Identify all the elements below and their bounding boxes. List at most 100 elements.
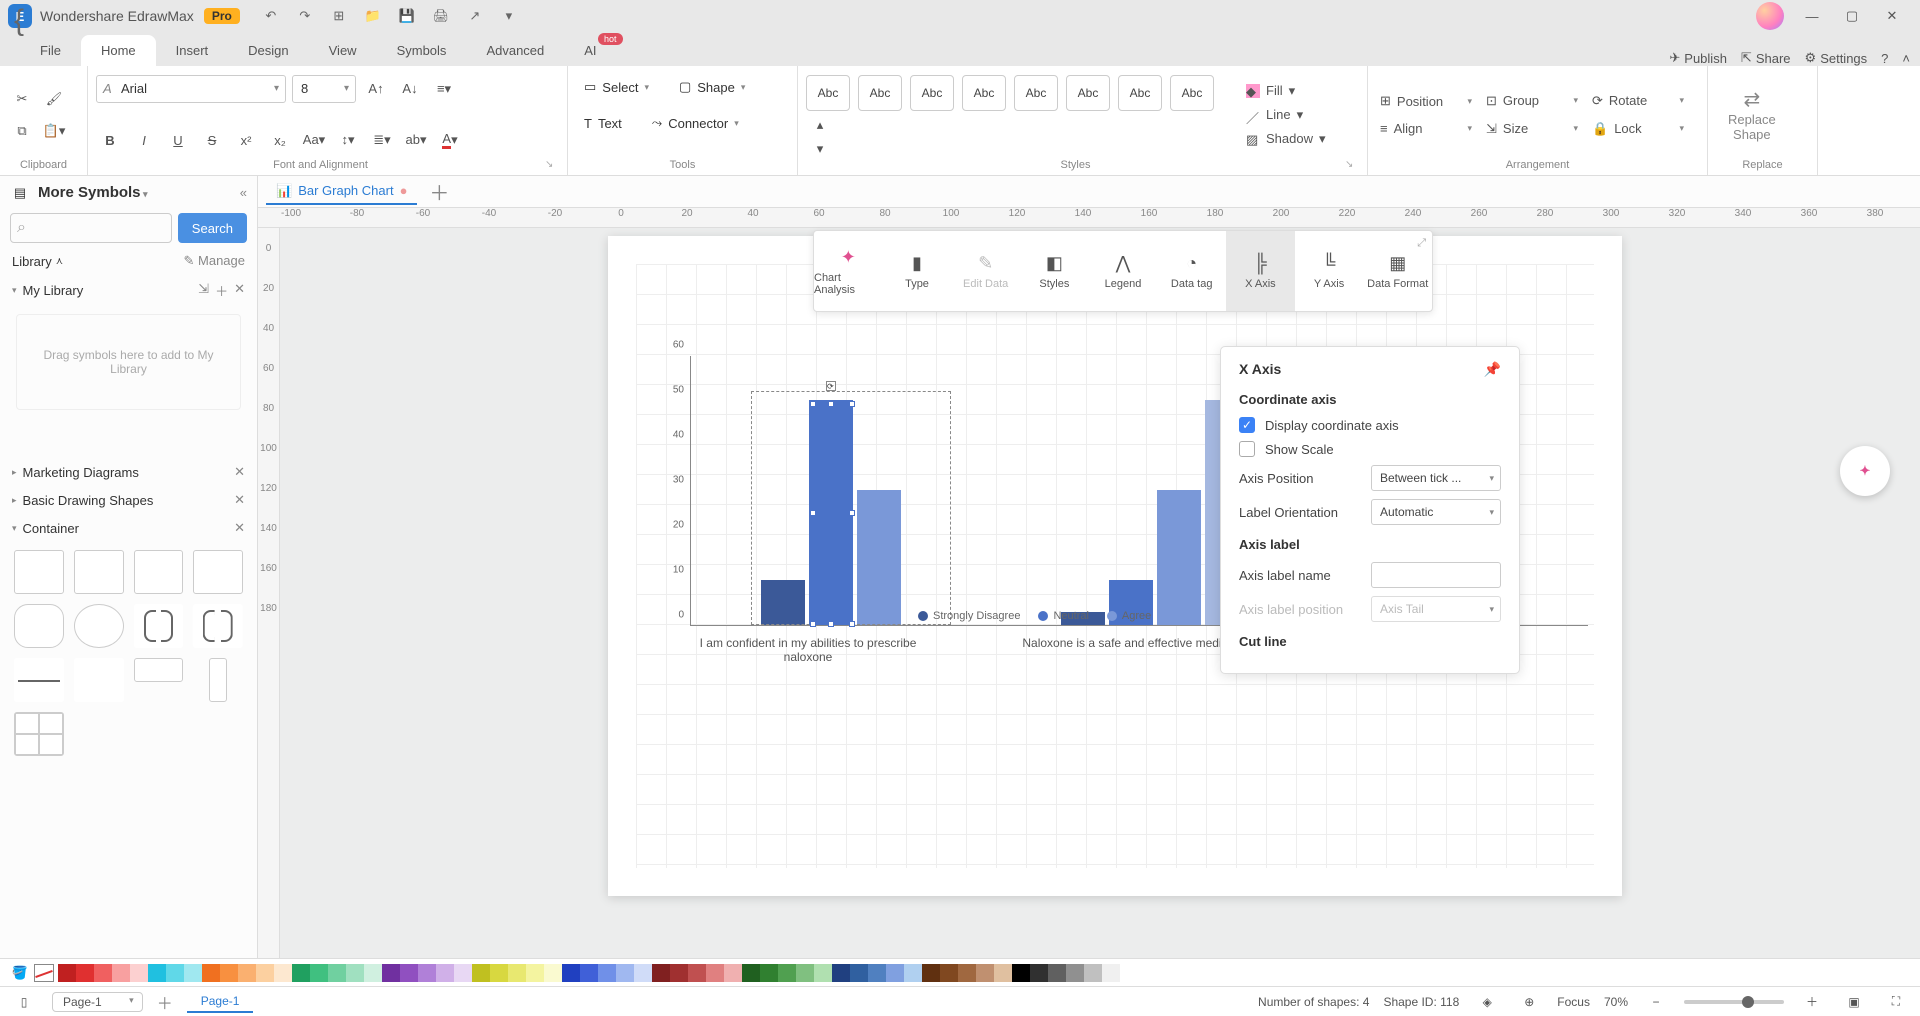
color-swatch[interactable] <box>130 964 148 982</box>
decrease-font-button[interactable]: A↓ <box>396 75 424 103</box>
shape-bar[interactable] <box>134 658 184 682</box>
color-swatch[interactable] <box>688 964 706 982</box>
zoom-out-button[interactable]: − <box>1642 988 1670 1016</box>
focus-icon[interactable]: ⊕ <box>1515 988 1543 1016</box>
ai-assistant-bubble[interactable]: ✦ <box>1840 446 1890 496</box>
ft-chart-analysis[interactable]: ✦Chart Analysis <box>814 231 883 311</box>
color-swatch[interactable] <box>940 964 958 982</box>
fontalign-launcher[interactable]: ↘ <box>545 159 557 171</box>
show-scale-checkbox[interactable] <box>1239 441 1255 457</box>
rotate-button[interactable]: ⟳Rotate▾ <box>1588 89 1688 113</box>
color-swatch[interactable] <box>796 964 814 982</box>
lock-button[interactable]: 🔒Lock▾ <box>1588 117 1688 141</box>
case-button[interactable]: Aa▾ <box>300 126 328 154</box>
axis-label-name-input[interactable] <box>1371 562 1501 588</box>
color-swatch[interactable] <box>850 964 868 982</box>
color-swatch[interactable] <box>1102 964 1120 982</box>
strike-button[interactable]: S <box>198 126 226 154</box>
collapse-ribbon-button[interactable]: ˄ <box>1902 51 1910 66</box>
color-swatch[interactable] <box>58 964 76 982</box>
styles-scroll-up[interactable]: ▴ <box>806 119 834 131</box>
color-swatch[interactable] <box>994 964 1012 982</box>
fill-button[interactable]: ◆Fill▾ <box>1242 81 1330 101</box>
menu-file[interactable]: File <box>20 35 81 66</box>
chart-bar[interactable] <box>1157 490 1201 625</box>
increase-font-button[interactable]: A↑ <box>362 75 390 103</box>
style-preset-7[interactable]: Abc <box>1118 75 1162 111</box>
page-select[interactable]: Page-1 <box>52 992 143 1012</box>
style-preset-3[interactable]: Abc <box>910 75 954 111</box>
more-symbols-button[interactable]: More Symbols ▾ <box>38 184 148 201</box>
color-swatch[interactable] <box>346 964 364 982</box>
color-swatch[interactable] <box>976 964 994 982</box>
redo-button[interactable]: ↷ <box>292 3 318 29</box>
page-layout-button[interactable]: ▯ <box>10 988 38 1016</box>
cut-button[interactable]: ✂ <box>8 85 36 113</box>
color-swatch[interactable] <box>1066 964 1084 982</box>
qat-more-button[interactable]: ▾ <box>496 3 522 29</box>
color-swatch[interactable] <box>832 964 850 982</box>
font-size-select[interactable]: 8 <box>292 75 356 103</box>
shape-rect-3[interactable] <box>134 550 184 594</box>
ft-data-tag[interactable]: ◔Data tag <box>1157 231 1226 311</box>
color-swatch[interactable] <box>364 964 382 982</box>
color-swatch[interactable] <box>1048 964 1066 982</box>
settings-button[interactable]: ⚙ Settings <box>1805 50 1868 66</box>
superscript-button[interactable]: x² <box>232 126 260 154</box>
page-tab[interactable]: Page-1 <box>187 991 254 1013</box>
color-swatch[interactable] <box>400 964 418 982</box>
style-preset-5[interactable]: Abc <box>1014 75 1058 111</box>
shape-rect-1[interactable] <box>14 550 64 594</box>
color-swatch[interactable] <box>922 964 940 982</box>
style-preset-1[interactable]: Abc <box>806 75 850 111</box>
color-swatch[interactable] <box>706 964 724 982</box>
color-swatch[interactable] <box>868 964 886 982</box>
color-swatch[interactable] <box>544 964 562 982</box>
cat-basic[interactable]: Basic Drawing Shapes <box>23 493 154 508</box>
ft-x-axis[interactable]: ╠X Axis <box>1226 231 1295 311</box>
close-button[interactable]: ✕ <box>1872 2 1912 30</box>
color-swatch[interactable] <box>616 964 634 982</box>
open-button[interactable]: 📁 <box>360 3 386 29</box>
color-swatch[interactable] <box>310 964 328 982</box>
styles-launcher[interactable]: ↘ <box>1345 159 1357 171</box>
color-swatch[interactable] <box>904 964 922 982</box>
user-avatar[interactable] <box>1756 2 1784 30</box>
color-swatch[interactable] <box>652 964 670 982</box>
select-tool-button[interactable]: ▭Select▾ <box>576 72 663 102</box>
color-swatch[interactable] <box>454 964 472 982</box>
ft-data-format[interactable]: ▦Data Format <box>1363 231 1432 311</box>
size-button[interactable]: ⇲Size▾ <box>1482 117 1582 141</box>
color-swatch[interactable] <box>598 964 616 982</box>
no-fill-swatch[interactable] <box>34 964 54 982</box>
style-preset-6[interactable]: Abc <box>1066 75 1110 111</box>
ft-edit-data[interactable]: ✎Edit Data <box>951 231 1020 311</box>
color-swatch[interactable] <box>382 964 400 982</box>
connector-tool-button[interactable]: ⤳Connector▾ <box>644 108 753 138</box>
color-swatch[interactable] <box>76 964 94 982</box>
minimize-button[interactable]: — <box>1792 2 1832 30</box>
italic-button[interactable]: I <box>130 126 158 154</box>
color-swatch[interactable] <box>580 964 598 982</box>
color-swatch[interactable] <box>634 964 652 982</box>
line-button[interactable]: ／Line▾ <box>1242 105 1330 125</box>
color-swatch[interactable] <box>724 964 742 982</box>
ft-type[interactable]: ▮Type <box>883 231 952 311</box>
shape-tool-button[interactable]: ▢Shape▾ <box>671 72 759 102</box>
mylib-close-button[interactable]: ✕ <box>234 281 245 300</box>
shape-tall[interactable] <box>209 658 227 702</box>
fit-page-button[interactable]: ▣ <box>1840 988 1868 1016</box>
shape-brackets[interactable] <box>134 604 184 648</box>
cat-container[interactable]: Container <box>23 521 79 536</box>
bullet-list-button[interactable]: ≣▾ <box>368 126 396 154</box>
shape-round-rect[interactable] <box>14 604 64 648</box>
undo-button[interactable]: ↶ <box>258 3 284 29</box>
add-tab-button[interactable]: ＋ <box>429 177 449 206</box>
subscript-button[interactable]: x₂ <box>266 126 294 154</box>
align-button-arr[interactable]: ≡Align▾ <box>1376 117 1476 140</box>
bold-button[interactable]: B <box>96 126 124 154</box>
label-orientation-select[interactable]: Automatic <box>1371 499 1501 525</box>
color-swatch[interactable] <box>220 964 238 982</box>
shape-rect-2[interactable] <box>74 550 124 594</box>
fill-picker-button[interactable]: 🪣 <box>6 959 34 987</box>
